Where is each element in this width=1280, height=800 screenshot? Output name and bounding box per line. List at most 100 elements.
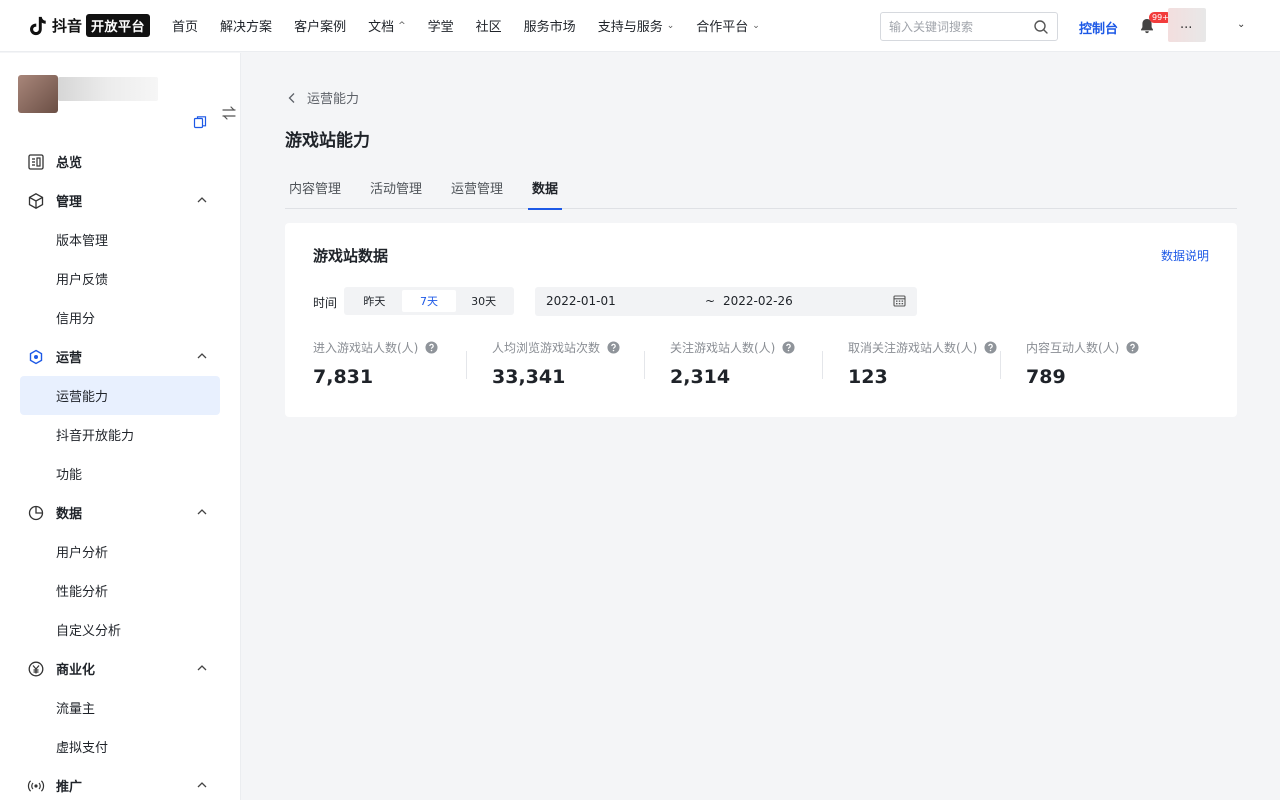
help-icon[interactable] <box>984 341 997 354</box>
tab-bar: 内容管理 活动管理 运营管理 数据 <box>285 172 1237 210</box>
help-icon[interactable] <box>607 341 620 354</box>
chevron-up-icon[interactable] <box>196 506 208 518</box>
nav-item-label: 学堂 <box>427 20 454 35</box>
console-link[interactable]: 控制台 <box>1079 18 1118 37</box>
sidebar-item-2-1[interactable]: 抖音开放能力 <box>20 415 220 454</box>
sidebar-group-4[interactable]: 商业化 <box>20 649 220 688</box>
copy-icon[interactable] <box>193 115 207 129</box>
stat-value: 7,831 <box>313 366 374 388</box>
stat-divider <box>1000 351 1001 379</box>
back-link[interactable]: 运营能力 <box>287 88 359 107</box>
stat-value: 789 <box>1026 366 1066 388</box>
range-option-0[interactable]: 昨天 <box>347 290 402 312</box>
nav-item-5[interactable]: 社区 <box>476 16 502 35</box>
sidebar-item-3-0[interactable]: 用户分析 <box>20 532 220 571</box>
sidebar-group-label: 运营 <box>56 351 83 366</box>
date-end[interactable]: 2022-02-26 <box>723 294 793 308</box>
data-explanation-link[interactable]: 数据说明 <box>1161 247 1209 264</box>
sidebar-item-2-0[interactable]: 运营能力 <box>20 376 220 415</box>
switch-app-icon[interactable] <box>221 105 237 121</box>
time-range-selector: 昨天 7天 30天 <box>344 287 514 315</box>
sidebar-group-3[interactable]: 数据 <box>20 493 220 532</box>
sidebar-item-4-1[interactable]: 虚拟支付 <box>20 727 220 766</box>
search-icon[interactable] <box>1033 19 1049 35</box>
douyin-logo-icon <box>30 16 46 35</box>
tab-0[interactable]: 内容管理 <box>285 172 345 209</box>
range-option-2[interactable]: 30天 <box>456 290 511 312</box>
tab-2[interactable]: 运营管理 <box>447 172 507 209</box>
sidebar-group-label: 总览 <box>56 156 83 171</box>
sidebar-item-3-1[interactable]: 性能分析 <box>20 571 220 610</box>
sidebar-item-4-0[interactable]: 流量主 <box>20 688 220 727</box>
sidebar-group-0[interactable]: 总览 <box>20 142 220 181</box>
help-icon[interactable] <box>782 341 795 354</box>
sidebar-item-3-2[interactable]: 自定义分析 <box>20 610 220 649</box>
stat-divider <box>466 351 467 379</box>
logo-tag: 开放平台 <box>86 14 151 37</box>
sidebar-menu: 总览管理版本管理 用户反馈 信用分运营运营能力 抖音开放能力 功能数据用户分析 性能分析自… <box>20 142 220 800</box>
nav-item-label: 服务市场 <box>523 20 576 35</box>
nav-item-label: 客户案例 <box>294 20 347 35</box>
stat-divider <box>822 351 823 379</box>
nav-item-2[interactable]: 客户案例 <box>294 16 346 35</box>
sidebar: 总览管理版本管理 用户反馈 信用分运营运营能力 抖音开放能力 功能数据用户分析 性能分析自… <box>0 53 241 800</box>
sidebar-group-label: 管理 <box>56 195 83 210</box>
date-start[interactable]: 2022-01-01 <box>546 294 616 308</box>
stat-label-text: 人均浏览游戏站次数 <box>492 341 601 355</box>
app-thumbnail <box>18 75 58 113</box>
stat-label-text: 取消关注游戏站人数(人) <box>848 341 978 355</box>
nav-item-6[interactable]: 服务市场 <box>524 16 576 35</box>
date-range-picker[interactable]: 2022-01-01 ~ 2022-02-26 <box>535 287 917 316</box>
search-box[interactable] <box>880 12 1058 41</box>
stat-label-text: 内容互动人数(人) <box>1026 341 1120 355</box>
nav-item-4[interactable]: 学堂 <box>428 16 454 35</box>
range-option-1[interactable]: 7天 <box>401 290 457 312</box>
tab-3[interactable]: 数据 <box>528 172 563 210</box>
nav-item-0[interactable]: 首页 <box>172 16 198 35</box>
pie-chart-icon <box>28 505 44 520</box>
tab-1[interactable]: 活动管理 <box>366 172 426 209</box>
search-input[interactable] <box>889 19 1019 34</box>
sidebar-group-2[interactable]: 运营 <box>20 337 220 376</box>
sidebar-item-2-2[interactable]: 功能 <box>20 454 220 493</box>
app-name-placeholder <box>58 77 158 101</box>
help-icon[interactable] <box>425 341 438 354</box>
sidebar-group-label: 推广 <box>56 780 83 795</box>
nav-item-label: 文档 <box>368 20 395 35</box>
nav-item-7[interactable]: 支持与服务 ⌄ <box>598 16 675 35</box>
main-nav: 首页 解决方案 客户案例 文档 ^ 学堂 社区 服务市场 支持与服务 ⌄ 合作平台 ⌄ <box>172 16 782 35</box>
broadcast-icon <box>27 779 45 792</box>
stat-item: 内容互动人数(人) 789 <box>1026 339 1204 391</box>
sidebar-group-1[interactable]: 管理 <box>20 181 220 220</box>
page-title: 游戏站能力 <box>285 131 370 151</box>
chevron-left-icon <box>288 92 295 103</box>
logo[interactable]: 抖音 开放平台 <box>26 0 151 52</box>
app-card <box>18 73 236 129</box>
sidebar-item-1-1[interactable]: 用户反馈 <box>20 259 220 298</box>
calendar-icon[interactable] <box>893 294 906 307</box>
sidebar-item-1-2[interactable]: 信用分 <box>20 298 220 337</box>
operation-icon <box>29 349 43 364</box>
sidebar-group-5[interactable]: 推广 <box>20 766 220 800</box>
chevron-down-icon: ⌄ <box>752 20 760 31</box>
sidebar-group-label: 数据 <box>56 507 83 522</box>
nav-item-label: 首页 <box>172 20 199 35</box>
chevron-up-icon[interactable] <box>196 779 208 791</box>
stat-label: 进入游戏站人数(人) <box>313 339 491 356</box>
sidebar-item-1-0[interactable]: 版本管理 <box>20 220 220 259</box>
sidebar-group-label: 商业化 <box>56 663 96 678</box>
chevron-down-icon[interactable]: ⌄ <box>1237 19 1245 30</box>
nav-item-label: 社区 <box>475 20 502 35</box>
stat-label-text: 进入游戏站人数(人) <box>313 341 419 355</box>
user-name[interactable]: ... <box>1180 17 1192 32</box>
nav-item-8[interactable]: 合作平台 ⌄ <box>696 16 760 35</box>
stat-label: 内容互动人数(人) <box>1026 339 1204 356</box>
data-card: 游戏站数据 数据说明 时间 昨天 7天 30天 2022-01-01 ~ 2022-… <box>285 223 1237 417</box>
chevron-up-icon[interactable] <box>196 662 208 674</box>
help-icon[interactable] <box>1126 341 1139 354</box>
nav-item-3[interactable]: 文档 ^ <box>368 16 406 35</box>
nav-item-1[interactable]: 解决方案 <box>220 16 272 35</box>
chevron-up-icon[interactable] <box>196 350 208 362</box>
stat-label-text: 关注游戏站人数(人) <box>670 341 776 355</box>
chevron-up-icon[interactable] <box>196 194 208 206</box>
